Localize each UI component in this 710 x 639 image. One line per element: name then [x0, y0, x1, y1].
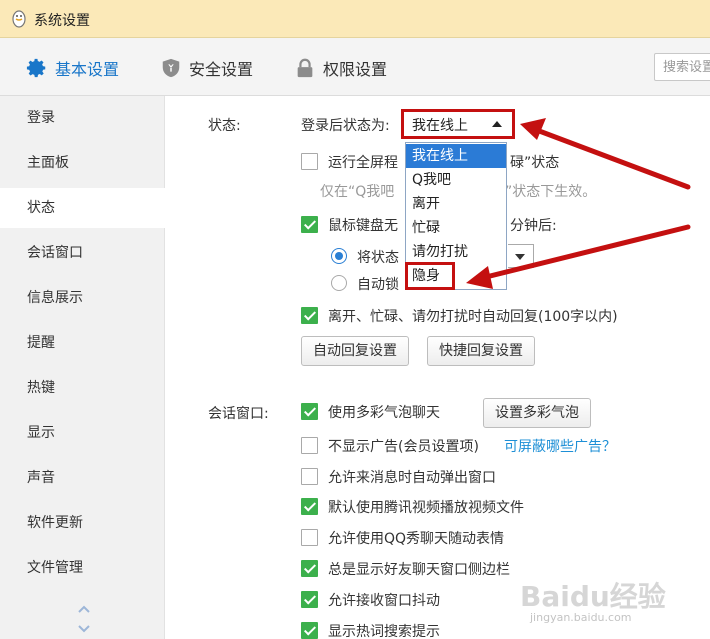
lock-icon: [297, 58, 313, 78]
dropdown-option-invisible[interactable]: 隐身: [406, 264, 506, 288]
fullscreen-label-prefix: 运行全屏程: [328, 155, 398, 171]
penguin-icon: [12, 10, 26, 28]
chat-option-label: 允许使用QQ秀聊天随动表情: [328, 531, 505, 547]
radio-set-status-label: 将状态: [357, 250, 399, 266]
idle-checkbox[interactable]: [301, 216, 318, 233]
idle-label-suffix: 分钟后:: [510, 218, 557, 234]
dropdown-option-do-not-disturb[interactable]: 请勿打扰: [406, 240, 506, 264]
status-section-label: 状态:: [208, 118, 241, 134]
tab-basic-settings-label: 基本设置: [55, 60, 120, 79]
chat-option-checkbox[interactable]: [301, 529, 318, 546]
login-status-label: 登录后状态为:: [301, 118, 390, 134]
chat-option-label: 不显示广告(会员设置项): [328, 439, 479, 455]
sidebar-item-software-update[interactable]: 软件更新: [0, 503, 165, 543]
chat-option-label: 总是显示好友聊天窗口侧边栏: [328, 562, 510, 578]
sidebar-item-reminder[interactable]: 提醒: [0, 323, 165, 363]
chat-option-label: 允许接收窗口抖动: [328, 593, 440, 609]
auto-reply-label: 离开、忙碌、请勿打扰时自动回复(100字以内): [328, 309, 618, 325]
chat-option-checkbox[interactable]: [301, 591, 318, 608]
hint-suffix: ”状态下生效。: [505, 184, 597, 200]
chat-option-checkbox[interactable]: [301, 498, 318, 515]
sidebar-item-file-management[interactable]: 文件管理: [0, 548, 165, 588]
sidebar-item-chat-window[interactable]: 会话窗口: [0, 233, 165, 273]
dropdown-option-away[interactable]: 离开: [406, 192, 506, 216]
idle-label-prefix: 鼠标键盘无: [328, 218, 398, 234]
radio-set-status[interactable]: [331, 248, 347, 264]
tab-security-settings[interactable]: 安全设置: [160, 56, 253, 80]
login-status-select[interactable]: 我在线上: [401, 109, 515, 139]
shield-icon: [162, 58, 180, 78]
dropdown-option-q-me[interactable]: Q我吧: [406, 168, 506, 192]
chat-option-label: 使用多彩气泡聊天: [328, 405, 440, 421]
sidebar-item-login[interactable]: 登录: [0, 98, 165, 138]
tab-permission-settings[interactable]: 权限设置: [294, 56, 387, 80]
radio-auto-lock[interactable]: [331, 275, 347, 291]
sidebar-item-display[interactable]: 显示: [0, 413, 165, 453]
sidebar-item-sound[interactable]: 声音: [0, 458, 165, 498]
title-bar: 系统设置: [0, 0, 710, 38]
fullscreen-label-suffix: 碌”状态: [510, 155, 560, 171]
watermark-url: jingyan.baidu.com: [530, 611, 632, 624]
fullscreen-checkbox[interactable]: [301, 153, 318, 170]
tab-basic-settings[interactable]: 基本设置: [26, 56, 119, 80]
gear-icon: [26, 58, 46, 78]
chat-option-checkbox[interactable]: [301, 403, 318, 420]
chat-option-checkbox[interactable]: [301, 468, 318, 485]
settings-panel: 状态: 登录后状态为: 我在线上 运行全屏程 碌”状态 仅在“Q我吧 ”状态下生…: [165, 96, 710, 639]
tab-permission-settings-label: 权限设置: [323, 60, 388, 79]
window-title: 系统设置: [34, 13, 90, 29]
chat-section-label: 会话窗口:: [208, 406, 269, 422]
search-input[interactable]: [654, 53, 710, 81]
tab-security-settings-label: 安全设置: [189, 60, 254, 79]
watermark-text: Baidu经验: [520, 580, 666, 613]
idle-status-select[interactable]: [508, 244, 534, 268]
radio-auto-lock-label: 自动锁: [357, 277, 399, 293]
chat-option-label: 显示热词搜索提示: [328, 624, 440, 639]
chat-option-label: 允许来消息时自动弹出窗口: [328, 470, 496, 486]
auto-reply-settings-button[interactable]: 自动回复设置: [301, 336, 409, 366]
dropdown-option-busy[interactable]: 忙碌: [406, 216, 506, 240]
sidebar: 登录 主面板 状态 会话窗口 信息展示 提醒 热键 显示 声音 软件更新 文件管…: [0, 96, 165, 639]
status-dropdown-list: 我在线上 Q我吧 离开 忙碌 请勿打扰 隐身: [405, 142, 507, 290]
sidebar-item-info-display[interactable]: 信息展示: [0, 278, 165, 318]
blocked-ads-link[interactable]: 可屏蔽哪些广告？: [504, 436, 616, 456]
sidebar-item-status[interactable]: 状态: [0, 188, 165, 228]
auto-reply-checkbox[interactable]: [301, 307, 318, 324]
login-status-value: 我在线上: [412, 118, 468, 134]
hint-prefix: 仅在“Q我吧: [320, 184, 395, 200]
caret-up-icon: [492, 121, 502, 127]
scroll-chevrons-icon[interactable]: [76, 601, 92, 637]
quick-reply-settings-button[interactable]: 快捷回复设置: [427, 336, 535, 366]
bubble-settings-button[interactable]: 设置多彩气泡: [483, 398, 591, 428]
chat-option-checkbox[interactable]: [301, 622, 318, 639]
top-nav: 基本设置 安全设置 权限设置: [0, 38, 710, 96]
chat-option-checkbox[interactable]: [301, 437, 318, 454]
chat-option-label: 默认使用腾讯视频播放视频文件: [328, 500, 524, 516]
baidu-watermark: Baidu经验 jingyan.baidu.com: [520, 575, 710, 639]
sidebar-item-hotkey[interactable]: 热键: [0, 368, 165, 408]
dropdown-option-online[interactable]: 我在线上: [406, 144, 506, 168]
sidebar-item-main-panel[interactable]: 主面板: [0, 143, 165, 183]
chat-option-checkbox[interactable]: [301, 560, 318, 577]
